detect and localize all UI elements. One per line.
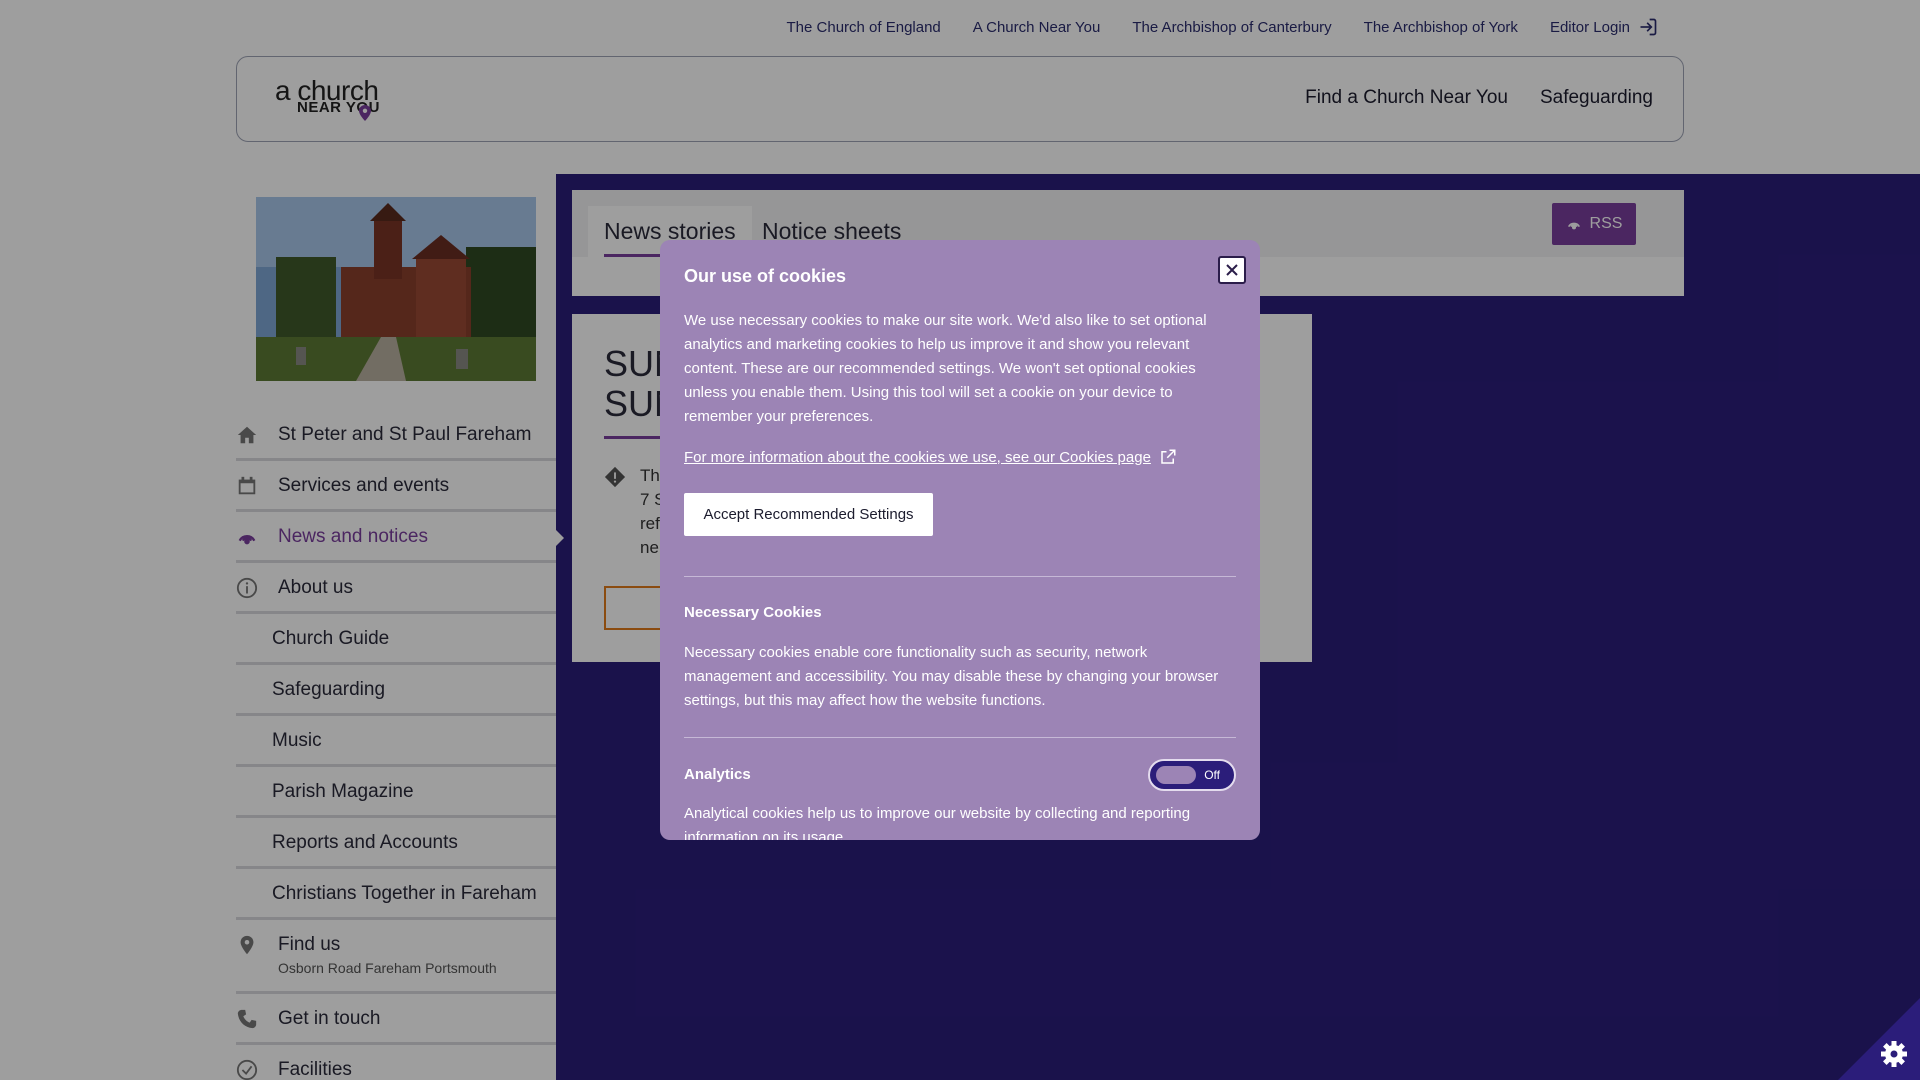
accept-recommended-label: Accept Recommended Settings [703,506,914,523]
divider [684,576,1236,577]
close-button[interactable] [1218,256,1246,284]
toggle-state-label: Off [1204,768,1220,782]
necessary-cookies-title: Necessary Cookies [684,604,822,621]
cookies-page-link-label: For more information about the cookies w… [684,448,1151,466]
analytics-text: Analytical cookies help us to improve ou… [684,805,1191,840]
divider [684,737,1236,738]
modal-intro: We use necessary cookies to make our sit… [684,312,1207,425]
cookie-settings-button[interactable] [1838,998,1920,1080]
accept-recommended-button[interactable]: Accept Recommended Settings [684,493,933,536]
cookie-modal: Our use of cookies We use necessary cook… [660,240,1260,840]
necessary-cookies-text: Necessary cookies enable core functional… [684,644,1219,709]
analytics-toggle[interactable]: Off [1148,759,1236,791]
gear-icon [1838,998,1920,1080]
modal-title: Our use of cookies [684,266,847,286]
close-icon [1226,264,1238,276]
cookies-page-link[interactable]: For more information about the cookies w… [684,448,1177,466]
analytics-title: Analytics [684,766,751,783]
toggle-knob [1156,766,1196,784]
external-link-icon [1161,449,1176,464]
